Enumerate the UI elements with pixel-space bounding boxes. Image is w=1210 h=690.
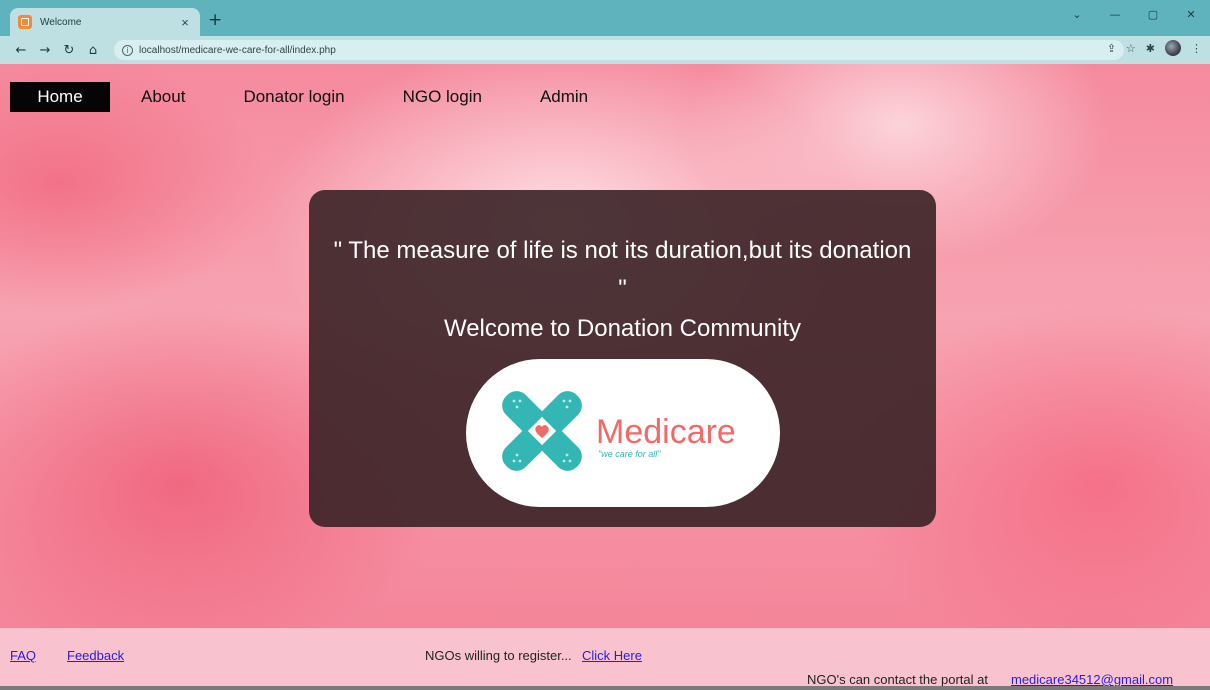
nav-donator-login[interactable]: Donator login [243,82,344,112]
home-icon[interactable]: ⌂ [82,39,104,61]
window-bottom-edge [0,686,1210,690]
favicon-icon [18,15,32,29]
hero-quote: " The measure of life is not its duratio… [333,237,912,302]
hero-card: " The measure of life is not its duratio… [309,190,936,527]
site-navbar: Home About Donator login NGO login Admin [10,82,588,112]
profile-avatar[interactable] [1165,40,1181,56]
logo-tagline: "we care for all" [598,449,661,459]
close-window-button[interactable]: ✕ [1172,0,1210,28]
window-controls: ⌄ — ▢ ✕ [1058,0,1210,28]
nav-about[interactable]: About [141,82,185,112]
back-icon[interactable]: ← [10,39,32,61]
tab-search-icon[interactable]: ⌄ [1058,0,1096,28]
address-bar[interactable]: i localhost/medicare-we-care-for-all/ind… [114,40,1124,60]
tab-close-icon[interactable]: × [178,15,192,30]
minimize-button[interactable]: — [1096,0,1134,28]
bookmark-star-icon[interactable]: ☆ [1126,42,1136,55]
medicare-logo: Medicare "we care for all" [466,359,780,507]
new-tab-button[interactable]: + [208,10,222,30]
page-content: Home About Donator login NGO login Admin… [0,64,1210,690]
logo-name: Medicare [596,413,736,451]
hero-welcome: Welcome to Donation Community [443,315,802,342]
tab-title: Welcome [40,16,82,28]
nav-admin[interactable]: Admin [540,82,588,112]
share-icon[interactable]: ⇪ [1107,42,1116,55]
register-click-here-link[interactable]: Click Here [582,648,642,663]
browser-tabstrip: Welcome × + ⌄ — ▢ ✕ [0,0,1210,36]
faq-link[interactable]: FAQ [10,648,36,663]
register-text: NGOs willing to register... [425,648,572,663]
maximize-button[interactable]: ▢ [1134,0,1172,28]
contact-text: NGO's can contact the portal at [807,672,988,687]
browser-tab[interactable]: Welcome × [10,8,200,36]
nav-home[interactable]: Home [10,82,110,112]
bandage-cross-icon [502,391,582,471]
site-info-icon[interactable]: i [122,44,133,56]
site-footer: FAQ Feedback NGOs willing to register...… [0,628,1210,690]
forward-icon[interactable]: → [34,39,56,61]
extensions-icon[interactable]: ✱ [1146,42,1155,55]
nav-ngo-login[interactable]: NGO login [403,82,482,112]
feedback-link[interactable]: Feedback [67,648,124,663]
menu-kebab-icon[interactable]: ⋮ [1191,42,1202,55]
reload-icon[interactable]: ↻ [58,39,80,61]
url-text[interactable]: localhost/medicare-we-care-for-all/index… [139,45,336,56]
browser-toolbar: ← → ↻ ⌂ i localhost/medicare-we-care-for… [0,36,1210,64]
browser-right-tools: ⇪ ☆ ✱ ⋮ [1107,40,1202,56]
contact-email-link[interactable]: medicare34512@gmail.com [1011,672,1173,687]
